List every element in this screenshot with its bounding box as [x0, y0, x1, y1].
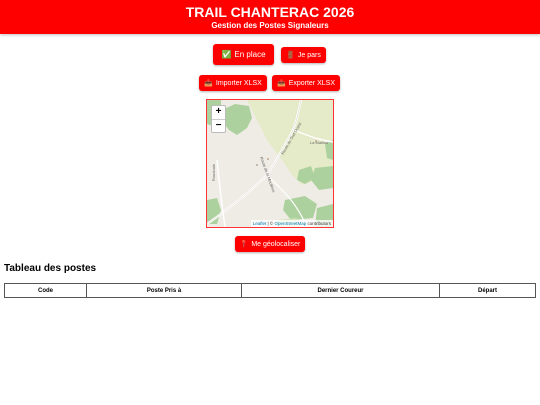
je-pars-label: Je pars	[297, 51, 321, 59]
osm-link[interactable]: OpenStreetMap	[274, 221, 306, 226]
outbox-tray-icon: 📤	[276, 80, 286, 87]
geolocate-button[interactable]: 📍 Me géolocaliser	[235, 236, 305, 252]
map-label-town: La Maillou	[310, 140, 329, 145]
zoom-control: + −	[211, 105, 226, 133]
attribution-contributors: contributors	[306, 221, 331, 226]
map-attribution: Leaflet | © OpenStreetMap contributors	[250, 220, 333, 227]
postes-table: Code Poste Pris à Dernier Coureur Départ	[4, 283, 536, 298]
leaflet-link[interactable]: Leaflet	[253, 221, 267, 226]
app-subtitle: Gestion des Postes Signaleurs	[211, 21, 329, 30]
check-icon: ✅	[221, 50, 232, 59]
export-xlsx-button[interactable]: 📤 Exporter XLSX	[272, 75, 340, 91]
en-place-button[interactable]: ✅ En place	[213, 44, 274, 65]
app-title: TRAIL CHANTERAC 2026	[185, 4, 355, 20]
table-title: Tableau des postes	[4, 263, 97, 274]
door-icon: 🚪	[286, 52, 295, 59]
pin-icon: 📍	[239, 241, 249, 248]
column-header-depart[interactable]: Départ	[439, 283, 536, 298]
app-header: TRAIL CHANTERAC 2026 Gestion des Postes …	[0, 0, 540, 34]
table-header-row: Code Poste Pris à Dernier Coureur Départ	[4, 283, 536, 298]
import-xlsx-button[interactable]: 📥 Importer XLSX	[199, 75, 267, 91]
geolocate-label: Me géolocaliser	[251, 240, 301, 248]
map-view[interactable]: Route du Sud Ouest La Maillou Route de l…	[206, 99, 334, 228]
en-place-label: En place	[234, 50, 266, 59]
inbox-tray-icon: 📥	[204, 80, 213, 87]
je-pars-button[interactable]: 🚪 Je pars	[281, 47, 326, 63]
zoom-out-button[interactable]: −	[212, 120, 225, 133]
zoom-in-button[interactable]: +	[212, 106, 225, 120]
column-header-code[interactable]: Code	[4, 283, 87, 298]
import-xlsx-label: Importer XLSX	[215, 79, 262, 87]
column-header-poste-pris[interactable]: Poste Pris à	[86, 283, 242, 298]
column-header-dernier-coureur[interactable]: Dernier Coureur	[241, 283, 440, 298]
export-xlsx-label: Exporter XLSX	[288, 79, 336, 87]
map-label-road3: Roudoule	[211, 163, 217, 182]
